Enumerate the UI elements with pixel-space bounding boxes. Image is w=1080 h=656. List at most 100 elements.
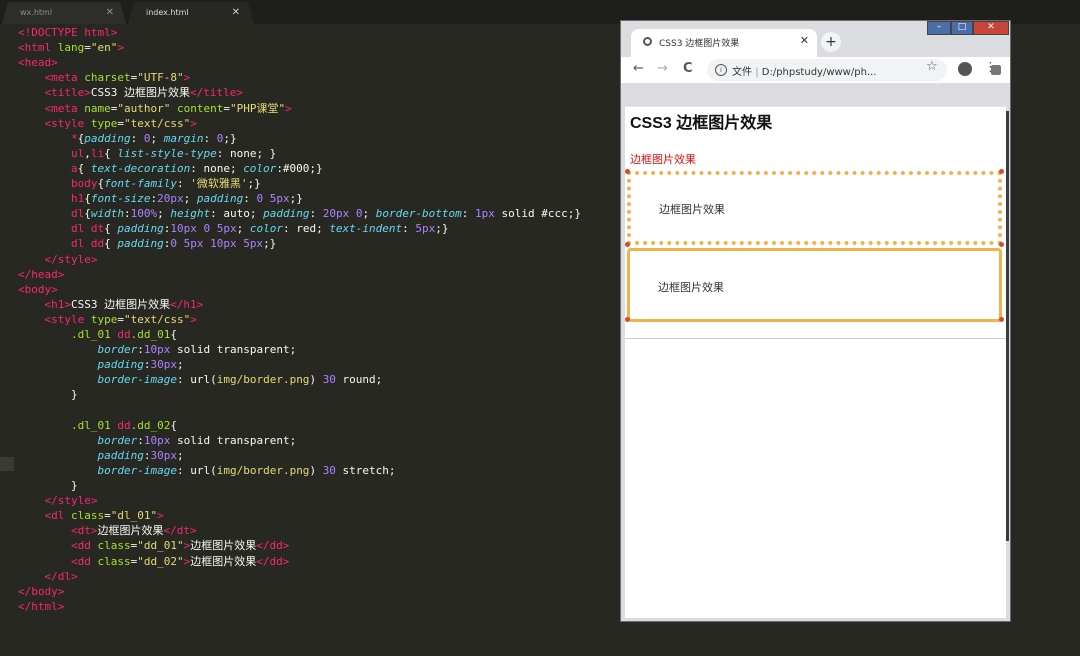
code-token: 0 5px xyxy=(256,192,290,206)
code-token: img/border.png xyxy=(216,373,310,387)
code-token: border-image xyxy=(97,373,177,387)
code-token: width xyxy=(90,207,124,221)
code-token: <meta xyxy=(44,101,85,115)
code-token: dl dd xyxy=(70,237,105,251)
code-token: = xyxy=(104,509,111,523)
code-line: <dl class="dl_01"> xyxy=(18,508,164,523)
code-token: border-image xyxy=(97,463,177,477)
new-tab-button[interactable]: + xyxy=(821,32,841,52)
close-window-button[interactable]: ✕ xyxy=(973,21,1009,35)
browser-tab[interactable]: CSS3 边框图片效果 ✕ xyxy=(631,29,817,57)
maximize-button[interactable]: □ xyxy=(951,21,973,35)
editor-tab-label: index.html xyxy=(146,8,189,17)
code-line: h1{font-size:20px; padding: 0 5px;} xyxy=(18,191,303,206)
code-token: ; xyxy=(176,358,184,372)
code-line: ul,li{ list-style-type: none; } xyxy=(18,146,276,161)
code-token: > xyxy=(157,509,164,523)
border-corner-dot xyxy=(999,169,1004,174)
code-token: dl dt xyxy=(70,222,105,236)
close-icon[interactable]: ✕ xyxy=(232,2,240,24)
border-corner-dot xyxy=(625,169,630,174)
code-line: </html> xyxy=(18,599,64,614)
code-token: } xyxy=(18,388,78,402)
profile-avatar-icon[interactable] xyxy=(958,62,972,76)
code-token: : xyxy=(461,207,476,221)
code-token: "text/css" xyxy=(123,116,191,130)
code-token: : url( xyxy=(176,463,217,477)
globe-icon xyxy=(643,37,652,46)
code-token: dd xyxy=(117,418,131,432)
code-token: { xyxy=(104,146,118,160)
close-icon[interactable]: ✕ xyxy=(106,2,114,24)
code-token: 20px xyxy=(157,192,184,206)
minimize-button[interactable]: – xyxy=(927,21,951,35)
code-token: > xyxy=(117,41,124,55)
address-bar[interactable]: i 文件 | D:/phpstudy/www/ph... xyxy=(707,59,1001,81)
border-corner-dot xyxy=(999,242,1004,247)
forward-arrow-icon[interactable]: → xyxy=(657,61,668,76)
code-token: > xyxy=(190,312,197,326)
url-text: D:/phpstudy/www/ph... xyxy=(761,67,877,78)
code-token: 0 5px 10px 5px xyxy=(170,237,264,251)
code-token: : xyxy=(176,177,191,190)
code-token: : xyxy=(203,131,217,145)
editor-tab-index-html[interactable]: index.html ✕ xyxy=(128,2,254,24)
code-token: .dd_02 xyxy=(130,418,171,432)
reload-icon[interactable]: C xyxy=(683,61,693,76)
code-line: border-image: url(img/border.png) 30 rou… xyxy=(18,372,382,387)
border-image-round-box: 边框图片效果 xyxy=(627,171,1002,245)
code-token: content xyxy=(176,101,224,115)
menu-kebab-icon[interactable]: ⋮ xyxy=(984,60,997,75)
code-token: ) xyxy=(309,463,323,477)
code-token: <h1> xyxy=(44,297,72,311)
dl-border-bottom xyxy=(625,338,1006,339)
code-token: "author" xyxy=(117,101,177,115)
definition-description: 边框图片效果 xyxy=(658,281,724,294)
code-line: body{font-family: '微软雅黑';} xyxy=(18,176,261,191)
code-token: : xyxy=(130,131,144,145)
code-token: "UTF-8" xyxy=(137,71,184,85)
code-token: solid transparent; xyxy=(170,343,297,357)
code-token: font-size xyxy=(90,192,151,206)
code-line: <style type="text/css"> xyxy=(18,116,197,131)
code-token: padding xyxy=(97,358,144,372)
code-token: </style> xyxy=(44,252,98,266)
code-token: color xyxy=(243,161,277,175)
code-token: </h1> xyxy=(170,297,204,311)
code-token: padding xyxy=(97,448,144,462)
info-icon[interactable]: i xyxy=(715,64,727,76)
code-token: <head> xyxy=(18,56,58,70)
code-token: </dd> xyxy=(256,539,290,553)
code-token: 5px xyxy=(415,222,436,236)
code-token: </body> xyxy=(18,584,65,598)
code-line: dl dt{ padding: 10px 0 5px; color: red; t… xyxy=(18,221,449,236)
editor-tab-wx-html[interactable]: wx.html ✕ xyxy=(2,2,126,24)
code-token: : xyxy=(309,207,323,221)
star-icon[interactable]: ☆ xyxy=(926,59,938,74)
code-token: solid transparent; xyxy=(170,433,297,447)
back-arrow-icon[interactable]: ← xyxy=(633,61,644,76)
code-token: : xyxy=(137,433,144,447)
code-token: class xyxy=(97,539,131,553)
code-token: ;} xyxy=(247,177,261,190)
code-token: CSS3 边框图片效果 xyxy=(71,297,171,311)
code-editor[interactable]: <!DOCTYPE html> <html lang="en"> <head> <m… xyxy=(0,24,620,656)
code-token: ; xyxy=(176,448,184,462)
code-token: : xyxy=(137,343,144,357)
close-icon[interactable]: ✕ xyxy=(800,34,809,47)
code-token: </style> xyxy=(44,494,98,508)
code-token: <dt> xyxy=(70,524,98,538)
code-token: 30px xyxy=(150,358,177,372)
code-token: solid #ccc;} xyxy=(494,207,582,221)
code-token: 20px 0 xyxy=(322,207,363,221)
